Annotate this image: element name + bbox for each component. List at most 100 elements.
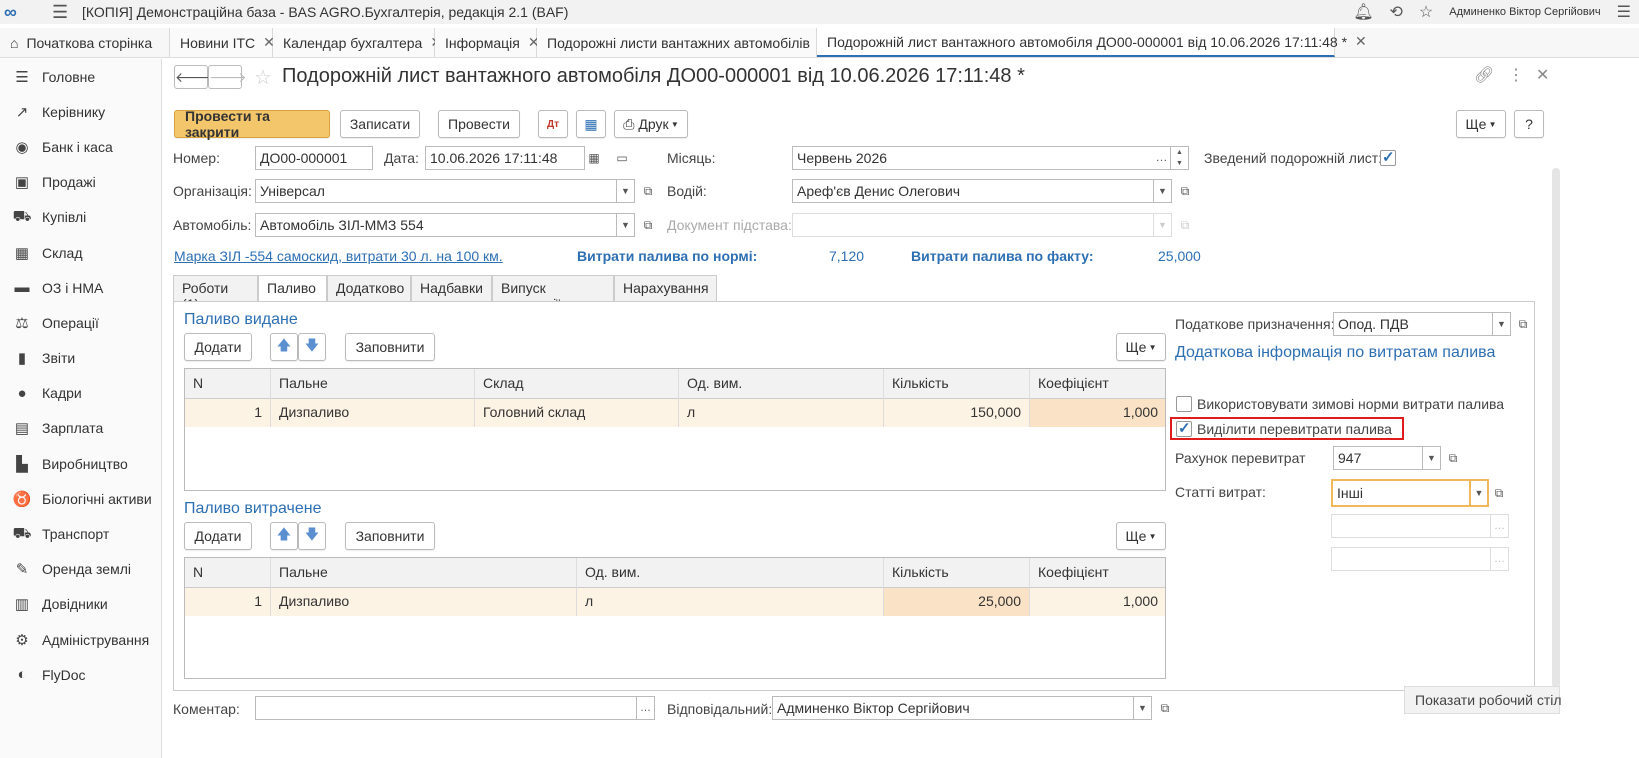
spent-more-button[interactable]: Ще ▼ (1116, 522, 1166, 550)
tab-home[interactable]: ⌂ Початкова сторінка (0, 28, 170, 57)
favorite-star-icon[interactable]: ☆ (254, 65, 272, 90)
overrun-account-dropdown-icon[interactable]: ▼ (1423, 446, 1441, 470)
responsible-field[interactable]: Админенко Віктор Сергійович (772, 696, 1134, 720)
number-field[interactable]: ДО00-000001 (255, 146, 373, 170)
organization-dropdown-icon[interactable]: ▼ (617, 179, 635, 203)
close-icon[interactable]: ✕ (1355, 33, 1367, 50)
sidebar-item-warehouse[interactable]: ▦ Склад (0, 235, 161, 270)
tab-waybills-list[interactable]: Подорожні листи вантажних автомобілів✕ (537, 28, 830, 57)
month-field[interactable]: Червень 2026 (792, 146, 1154, 170)
notes-icon[interactable]: ▭ (612, 148, 632, 168)
spent-fill-button[interactable]: Заповнити (345, 522, 435, 550)
col-fuel[interactable]: Пальне (271, 369, 475, 399)
summary-waybill-checkbox[interactable] (1380, 148, 1396, 166)
more-vertical-icon[interactable]: ⋮ (1508, 65, 1524, 85)
sidebar-item-catalogs[interactable]: ▥ Довідники (0, 587, 161, 622)
issued-fill-button[interactable]: Заповнити (345, 333, 435, 361)
close-form-icon[interactable]: ✕ (1536, 65, 1549, 85)
comment-field[interactable] (255, 696, 637, 720)
open-responsible-icon[interactable]: ⧉ (1155, 698, 1175, 718)
col-unit[interactable]: Од. вим. (577, 558, 884, 588)
tab-calendar[interactable]: Календар бухгалтера✕ (273, 28, 442, 57)
sidebar-item-reports[interactable]: ▮ Звіти (0, 341, 161, 376)
main-menu-icon[interactable]: ☰ (52, 2, 72, 23)
sidebar-item-assets[interactable]: ▬ ОЗ і НМА (0, 270, 161, 305)
tab-waybill-doc[interactable]: Подорожній лист вантажного автомобіля ДО… (817, 28, 1367, 57)
sidebar-item-transport[interactable]: ⛟ Транспорт (0, 516, 161, 551)
car-field[interactable]: Автомобіль ЗІЛ-ММЗ 554 (255, 213, 617, 237)
history-icon[interactable]: ⟲ (1390, 2, 1403, 22)
winter-norms-checkbox[interactable] (1176, 396, 1192, 412)
subconto-2-select-button[interactable]: … (1491, 514, 1509, 538)
sidebar-item-admin[interactable]: ⚙ Адміністрування (0, 622, 161, 657)
sidebar-item-sales[interactable]: ▣ Продажі (0, 165, 161, 200)
date-field[interactable]: 10.06.2026 17:11:48 (425, 146, 585, 170)
month-stepper[interactable]: ▲ ▼ (1171, 146, 1189, 170)
open-organization-icon[interactable]: ⧉ (638, 181, 658, 201)
basis-document-field[interactable] (792, 213, 1154, 237)
post-and-close-button[interactable]: Провести та закрити (174, 108, 330, 140)
user-name[interactable]: Админенко Віктор Сергійович (1449, 6, 1600, 18)
move-down-icon[interactable]: 🡇 (298, 522, 326, 550)
car-brand-link[interactable]: Марка ЗІЛ -554 самоскид, витрати 30 л. н… (174, 248, 503, 264)
tax-purpose-dropdown-icon[interactable]: ▼ (1493, 312, 1511, 336)
move-down-icon[interactable]: 🡇 (298, 333, 326, 361)
col-coefficient[interactable]: Коефіцієнт (1030, 369, 1165, 399)
table-row[interactable]: 1 Дизпаливо л 25,000 1,000 (185, 588, 1165, 616)
col-quantity[interactable]: Кількість (884, 369, 1030, 399)
form-scrollbar[interactable] (1552, 168, 1560, 688)
basis-dropdown-icon[interactable]: ▼ (1154, 213, 1172, 237)
help-button[interactable]: ? (1514, 110, 1544, 138)
sidebar-item-bio-assets[interactable]: ♉ Біологічні активи (0, 481, 161, 516)
table-row[interactable]: 1 Дизпаливо Головний склад л 150,000 1,0… (185, 399, 1165, 427)
open-tax-purpose-icon[interactable]: ⧉ (1513, 314, 1533, 334)
move-up-icon[interactable]: 🡅 (270, 522, 298, 550)
print-button[interactable]: ⎙ Друк ▼ (614, 110, 688, 138)
sidebar-item-operations[interactable]: ⚖ Операції (0, 305, 161, 340)
link-icon[interactable]: 🔗︎ (1474, 65, 1494, 85)
back-button[interactable]: 🡐 (174, 65, 213, 89)
tab-works[interactable]: Роботи (1) (173, 275, 258, 312)
month-select-button[interactable]: … (1153, 146, 1171, 170)
menu-icon[interactable]: ☰ (1617, 2, 1631, 22)
tab-news[interactable]: Новини ІТС ✕ (170, 28, 275, 57)
subconto-3-select-button[interactable]: … (1491, 547, 1509, 571)
tab-fuel[interactable]: Паливо (258, 275, 327, 302)
issued-add-button[interactable]: Додати (184, 333, 252, 361)
open-car-icon[interactable]: ⧉ (638, 215, 658, 235)
col-coefficient[interactable]: Коефіцієнт (1030, 558, 1165, 588)
col-fuel[interactable]: Пальне (271, 558, 577, 588)
tab-additional[interactable]: Додатково (327, 275, 411, 301)
save-button[interactable]: Записати (340, 110, 420, 138)
issued-more-button[interactable]: Ще ▼ (1116, 333, 1166, 361)
show-desktop-tooltip[interactable]: Показати робочий стіл (1404, 686, 1562, 714)
move-up-icon[interactable]: 🡅 (270, 333, 298, 361)
tab-surcharges[interactable]: Надбавки (411, 275, 492, 301)
overrun-account-field[interactable]: 947 (1333, 446, 1423, 470)
forward-button[interactable]: 🡒 (208, 65, 247, 89)
sidebar-item-main[interactable]: ☰ Головне (0, 59, 161, 94)
comment-expand-button[interactable]: … (637, 696, 655, 720)
col-unit[interactable]: Од. вим. (679, 369, 884, 399)
spent-fuel-table[interactable]: N Пальне Од. вим. Кількість Коефіцієнт 1… (184, 557, 1166, 679)
accounting-entries-icon[interactable]: Дт (538, 110, 568, 138)
driver-dropdown-icon[interactable]: ▼ (1154, 179, 1172, 203)
issued-fuel-table[interactable]: N Пальне Склад Од. вим. Кількість Коефіц… (184, 368, 1166, 491)
spent-add-button[interactable]: Додати (184, 522, 252, 550)
tab-production-output[interactable]: Випуск продукції (492, 275, 614, 312)
sidebar-item-manager[interactable]: ↗ Керівнику (0, 94, 161, 129)
tab-info[interactable]: Інформація ✕ (435, 28, 540, 57)
sidebar-item-purchases[interactable]: ⛟ Купівлі (0, 200, 161, 235)
overrun-checkbox[interactable] (1176, 419, 1192, 437)
app-logo-icon[interactable]: ∞ (4, 2, 38, 22)
driver-field[interactable]: Ареф'єв Денис Олегович (792, 179, 1154, 203)
col-warehouse[interactable]: Склад (475, 369, 679, 399)
subconto-2-field[interactable] (1331, 514, 1491, 538)
col-n[interactable]: N (185, 558, 271, 588)
structure-icon[interactable]: ▦ (576, 110, 606, 138)
calendar-icon[interactable]: ▦ (584, 148, 604, 168)
open-driver-icon[interactable]: ⧉ (1175, 181, 1195, 201)
organization-field[interactable]: Універсал (255, 179, 617, 203)
open-basis-icon[interactable]: ⧉ (1175, 215, 1195, 235)
tax-purpose-field[interactable]: Опод. ПДВ (1333, 312, 1493, 336)
